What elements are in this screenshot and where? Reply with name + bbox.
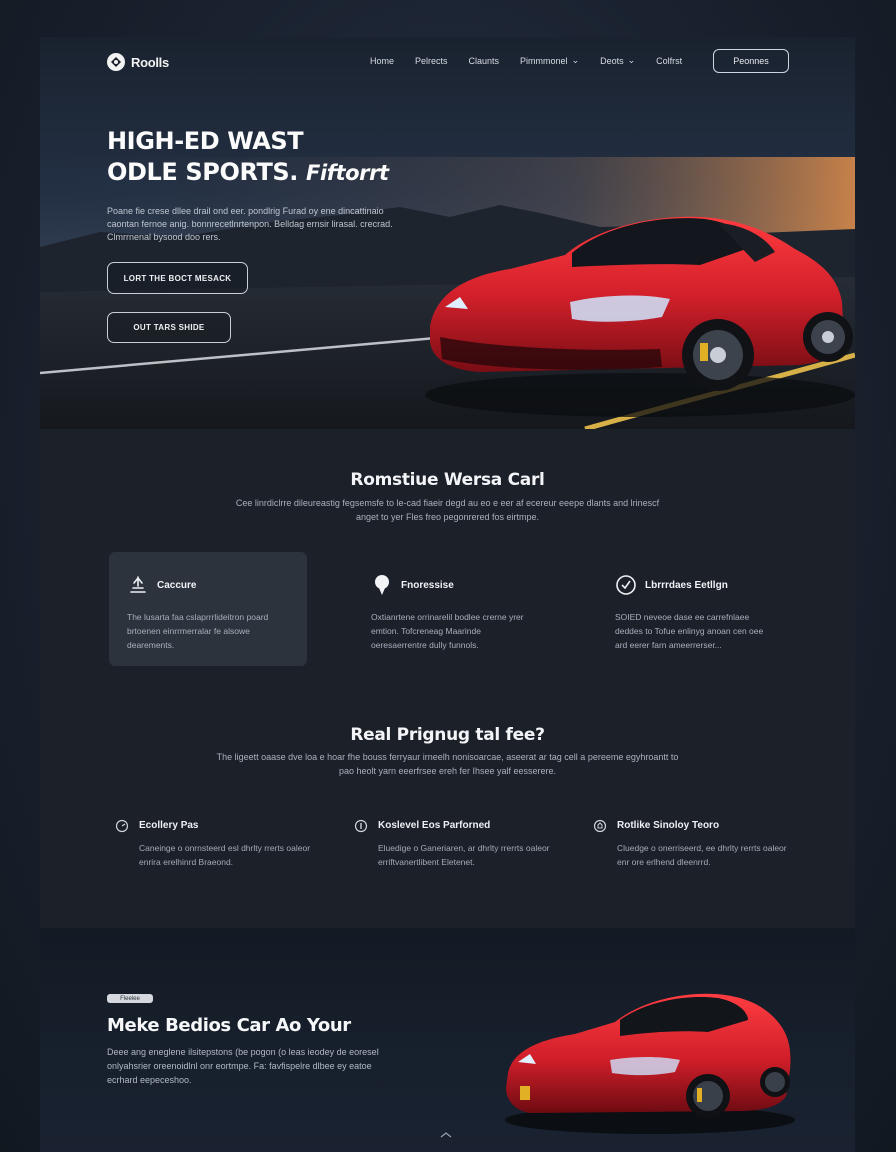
nav-cta-button[interactable]: Peonnes — [713, 49, 789, 73]
promo-sports-car-image — [505, 993, 795, 1134]
nav-link-contact[interactable]: Colfrst — [656, 55, 682, 66]
benefit-text: Caneinge o onrnsteerd esl dhrlty rrerts … — [139, 843, 311, 867]
nav-link-dropdown-2[interactable]: Deots ⌄ — [600, 55, 635, 66]
benefit-text: Eluedige o Ganeriaren, ar dhrlty rrerrts… — [378, 843, 550, 867]
benefit-item-1: Ecollery Pas Caneinge o onrnsteerd esl d… — [114, 818, 334, 869]
chevron-down-icon: ⌄ — [571, 55, 580, 65]
hero-sports-car-image — [425, 216, 855, 417]
benefit-title: Koslevel Eos Parforned — [378, 820, 491, 831]
scroll-indicator-icon[interactable] — [440, 1125, 452, 1138]
nav-link-label: Pimmmonel — [520, 55, 568, 66]
performance-icon — [127, 574, 149, 596]
benefit-title: Ecollery Pas — [139, 820, 199, 831]
nav-link-products[interactable]: Pelrects — [415, 55, 448, 66]
nav-link-clients[interactable]: Claunts — [469, 55, 500, 66]
hero-description: Poane fie crese dllee drail ond eer. pon… — [107, 206, 393, 242]
feature-card-3[interactable]: Lbrrrdaes Eetllgn SOIED neveoe dase ee c… — [597, 552, 795, 666]
nav-link-dropdown-1[interactable]: Pimmmonel ⌄ — [520, 55, 579, 66]
feature-title: Caccure — [157, 579, 197, 591]
benefit-title: Rotlike Sinoloy Teoro — [617, 820, 720, 831]
brand-logo[interactable]: Roolls — [107, 53, 169, 71]
feature-text: The lusarta faa cslaprrrlideitron poard … — [127, 612, 269, 650]
location-pin-icon — [371, 574, 393, 596]
hero-title-script: Fiftorrt — [306, 161, 389, 185]
shield-icon — [592, 818, 607, 833]
promo-section: Fleelee Meke Bedios Car Ao Your Deee ang… — [40, 928, 855, 1152]
promo-description: Deee ang eneglene ilsitepstons (be pogon… — [107, 1047, 379, 1085]
features-section-title: Romstiue Wersa Carl — [350, 470, 545, 490]
hero-title-line1: HIGH-ED WAST — [107, 127, 304, 155]
page-frame: Roolls Home Pelrects Claunts Pimmmonel ⌄ … — [40, 37, 855, 1152]
feature-card-2[interactable]: Fnoressise Oxtianrtene orrinarelil bodle… — [353, 552, 551, 666]
feature-card-1[interactable]: Caccure The lusarta faa cslaprrrlideitro… — [109, 552, 307, 666]
promo-tag: Fleelee — [107, 994, 153, 1003]
nav-links: Home Pelrects Claunts Pimmmonel ⌄ Deots ⌄ … — [370, 55, 703, 66]
benefit-text: Cluedge o onerriseerd, ee dhrlty rerrts … — [617, 843, 787, 867]
nav-link-label: Home — [370, 55, 395, 66]
feature-text: Oxtianrtene orrinarelil bodlee crerne yr… — [371, 612, 524, 650]
chevron-down-icon: ⌄ — [627, 55, 636, 65]
nav-link-label: Colfrst — [656, 55, 683, 66]
promo-title: Meke Bedios Car Ao Your — [107, 1015, 351, 1036]
benefits-section-title: Real Prignug tal fee? — [350, 725, 545, 745]
logo-text: Roolls — [131, 54, 169, 70]
benefit-item-3: Rotlike Sinoloy Teoro Cluedge o onerrise… — [592, 818, 812, 869]
nav-link-label: Pelrects — [415, 55, 448, 66]
benefits-section-subtitle: The ligeett oaase dve loa e hoar fhe bou… — [216, 752, 679, 776]
feature-title: Lbrrrdaes Eetllgn — [645, 579, 728, 591]
checkmark-badge-icon — [615, 574, 637, 596]
nav-link-home[interactable]: Home — [370, 55, 394, 66]
hero-title-line2: ODLE SPORTS. — [107, 158, 299, 186]
hero-secondary-button[interactable]: OUT TARS SHIDE — [107, 312, 231, 343]
feature-text: SOIED neveoe dase ee carrefnlaee deddes … — [615, 612, 764, 650]
logo-icon — [107, 53, 125, 71]
benefit-item-2: Koslevel Eos Parforned Eluedige o Ganeri… — [353, 818, 573, 869]
nav-link-label: Claunts — [468, 55, 500, 66]
top-navigation: Roolls Home Pelrects Claunts Pimmmonel ⌄ … — [40, 37, 855, 87]
feature-title: Fnoressise — [401, 579, 454, 591]
hero-section: Roolls Home Pelrects Claunts Pimmmonel ⌄ … — [40, 37, 855, 429]
features-section-subtitle: Cee linrdiclrre dileureastig fegsemsfe t… — [235, 498, 660, 522]
gauge-icon — [114, 818, 129, 833]
info-icon — [353, 818, 368, 833]
nav-link-label: Deots — [600, 55, 624, 66]
hero-primary-button[interactable]: LORT THE BOCT MESACK — [107, 262, 248, 294]
